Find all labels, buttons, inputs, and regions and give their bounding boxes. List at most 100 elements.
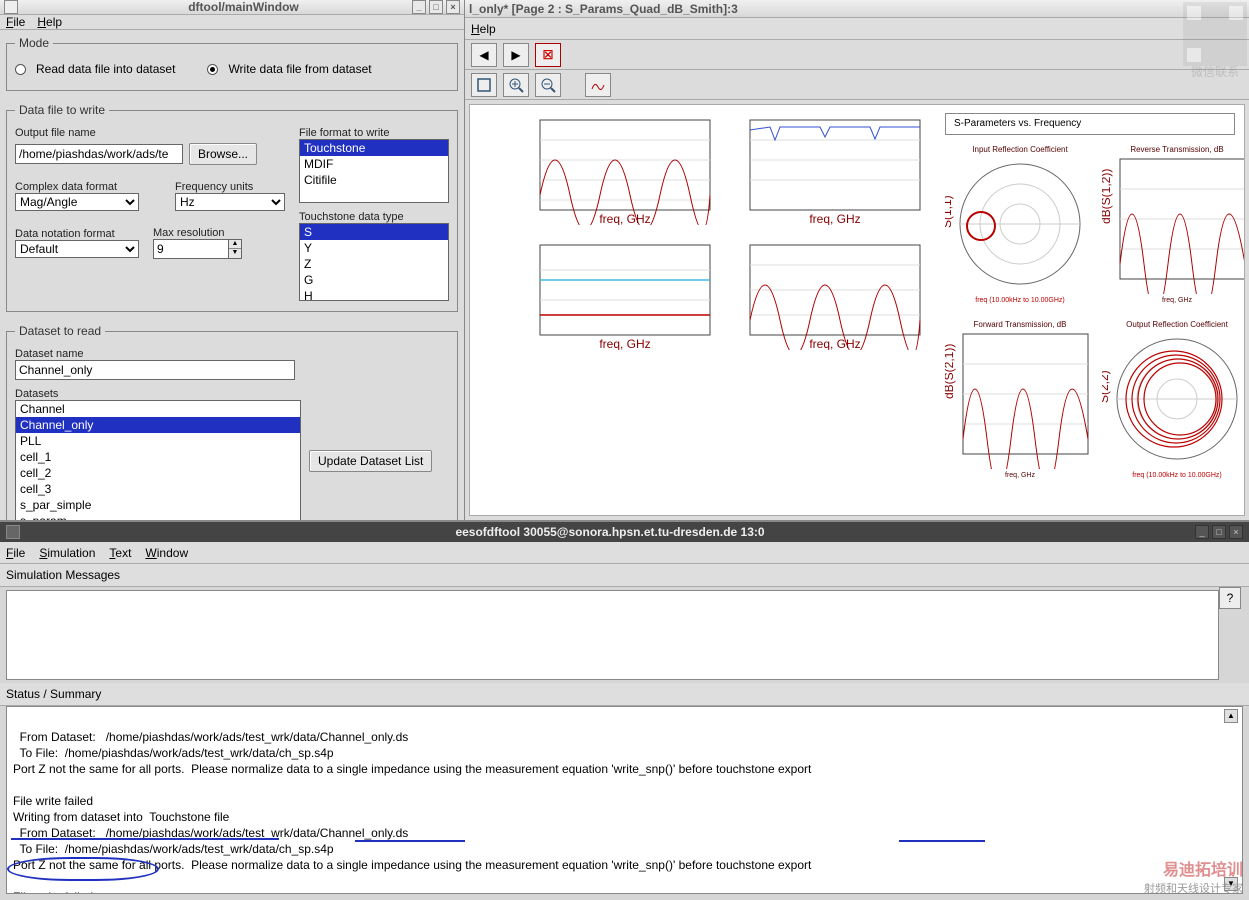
plot-output-refl: Output Reflection Coefficient S(2,2) fre… xyxy=(1102,320,1245,479)
brand-subtitle: 射频和天线设计专家 xyxy=(1144,880,1243,896)
svg-text:freq, GHz: freq, GHz xyxy=(809,212,860,225)
terminal-title: eesofdftool 30055@sonora.hpsn.et.tu-dres… xyxy=(28,525,1192,539)
notation-select[interactable]: Default xyxy=(15,240,139,258)
status-log[interactable]: From Dataset: /home/piashdas/work/ads/te… xyxy=(6,706,1243,894)
list-item[interactable]: H xyxy=(300,288,448,301)
browse-button[interactable]: Browse... xyxy=(189,143,257,165)
plot-small-4: freq, GHz xyxy=(730,240,930,350)
close-button[interactable]: × xyxy=(446,0,460,14)
minimize-button[interactable]: _ xyxy=(412,0,426,14)
plot-titlebar: l_only* [Page 2 : S_Params_Quad_dB_Smith… xyxy=(465,0,1249,18)
output-file-input[interactable] xyxy=(15,144,183,164)
term-menu-file[interactable]: File xyxy=(6,546,25,560)
menu-help[interactable]: Help xyxy=(37,15,62,29)
list-item[interactable]: cell_1 xyxy=(16,449,300,465)
list-item[interactable]: Citifile xyxy=(300,172,448,188)
radio-read-label: Read data file into dataset xyxy=(36,62,175,76)
data-file-to-write: Data file to write Output file name Brow… xyxy=(6,103,458,312)
freq-select[interactable]: Hz xyxy=(175,193,285,211)
list-item[interactable]: PLL xyxy=(16,433,300,449)
plot-menu-help[interactable]: Help xyxy=(471,22,496,36)
maximize-button[interactable]: □ xyxy=(429,0,443,14)
spin-up-icon[interactable]: ▲ xyxy=(229,240,241,249)
term-max-button[interactable]: □ xyxy=(1212,525,1226,539)
freq-label: Frequency units xyxy=(175,181,253,193)
dsr-legend: Dataset to read xyxy=(15,324,105,338)
spin-down-icon[interactable]: ▼ xyxy=(229,249,241,258)
dtw-legend: Data file to write xyxy=(15,103,109,117)
svg-text:S(1,1): S(1,1) xyxy=(945,195,954,228)
status-label: Status / Summary xyxy=(0,683,1249,706)
plot-input-refl: Input Reflection Coefficient S(1,1) freq… xyxy=(945,145,1095,304)
list-item[interactable]: MDIF xyxy=(300,156,448,172)
zoom-in-button[interactable] xyxy=(503,73,529,97)
plot-menubar: Help xyxy=(465,18,1249,40)
qr-watermark: 微信联系 xyxy=(1183,2,1247,78)
list-item[interactable]: G xyxy=(300,272,448,288)
plot-small-2: freq, GHz xyxy=(730,115,930,225)
dftool-menubar: File Help xyxy=(0,15,464,30)
plot-small-3: freq, GHz xyxy=(520,240,720,350)
dataset-to-read: Dataset to read Dataset name Datasets Ch… xyxy=(6,324,458,533)
delete-button[interactable]: ☒ xyxy=(535,43,561,67)
notation-label: Data notation format xyxy=(15,228,115,240)
scroll-up-icon[interactable]: ▲ xyxy=(1224,709,1238,723)
update-dataset-button[interactable]: Update Dataset List xyxy=(309,450,432,472)
zoom-out-button[interactable] xyxy=(535,73,561,97)
sim-messages-area[interactable] xyxy=(6,590,1219,680)
terminal-sysmenu-icon[interactable] xyxy=(6,525,20,539)
list-item[interactable]: cell_3 xyxy=(16,481,300,497)
term-menu-window[interactable]: Window xyxy=(145,546,188,560)
terminal-titlebar: eesofdftool 30055@sonora.hpsn.et.tu-dres… xyxy=(0,522,1249,542)
maxres-input[interactable] xyxy=(153,239,229,259)
sparam-title-box: S-Parameters vs. Frequency xyxy=(945,113,1235,135)
maxres-spinner[interactable]: ▲▼ xyxy=(153,239,242,259)
list-item[interactable]: cell_2 xyxy=(16,465,300,481)
maxres-label: Max resolution xyxy=(153,227,225,239)
complex-select[interactable]: Mag/Angle xyxy=(15,193,139,211)
zoom-fit-button[interactable] xyxy=(471,73,497,97)
list-item[interactable]: S xyxy=(300,224,448,240)
brand-watermark: 易迪拓培训 xyxy=(1163,856,1243,880)
radio-read[interactable] xyxy=(15,64,26,75)
plot-fwd-trans: Forward Transmission, dB dB(S(2,1)) freq… xyxy=(945,320,1095,479)
sim-messages-label: Simulation Messages xyxy=(0,564,1249,587)
terminal-menubar: File Simulation Text Window xyxy=(0,542,1249,564)
dftool-title: dftool/mainWindow xyxy=(78,0,409,14)
svg-text:freq, GHz: freq, GHz xyxy=(599,212,650,225)
list-item[interactable]: s_par_simple xyxy=(16,497,300,513)
fileformat-list[interactable]: Touchstone MDIF Citifile xyxy=(299,139,449,203)
term-menu-text[interactable]: Text xyxy=(109,546,131,560)
list-item[interactable]: Y xyxy=(300,240,448,256)
svg-text:S(2,2): S(2,2) xyxy=(1102,370,1111,403)
plot-small-1: freq, GHz xyxy=(520,115,720,225)
datasets-list[interactable]: Channel Channel_only PLL cell_1 cell_2 c… xyxy=(15,400,301,522)
term-min-button[interactable]: _ xyxy=(1195,525,1209,539)
radio-write[interactable] xyxy=(207,64,218,75)
term-close-button[interactable]: × xyxy=(1229,525,1243,539)
svg-text:freq, GHz: freq, GHz xyxy=(809,337,860,350)
sysmenu-icon[interactable] xyxy=(4,0,18,14)
datasets-label: Datasets xyxy=(15,388,58,400)
list-item[interactable]: Channel_only xyxy=(16,417,300,433)
tdt-list[interactable]: S Y Z G H xyxy=(299,223,449,301)
autoscale-button[interactable] xyxy=(585,73,611,97)
prev-page-button[interactable]: ◀ xyxy=(471,43,497,67)
list-item[interactable]: Z xyxy=(300,256,448,272)
menu-file[interactable]: File xyxy=(6,15,25,29)
help-button[interactable]: ? xyxy=(1219,587,1241,609)
output-label: Output file name xyxy=(15,127,96,139)
svg-text:dB(S(2,1)): dB(S(2,1)) xyxy=(945,344,956,399)
term-menu-simulation[interactable]: Simulation xyxy=(39,546,95,560)
plot-title: l_only* [Page 2 : S_Params_Quad_dB_Smith… xyxy=(469,2,1245,16)
list-item[interactable]: Touchstone xyxy=(300,140,448,156)
plot-toolbar-1: ◀ ▶ ☒ xyxy=(465,40,1249,70)
tdt-label: Touchstone data type xyxy=(299,211,449,223)
list-item[interactable]: Channel xyxy=(16,401,300,417)
next-page-button[interactable]: ▶ xyxy=(503,43,529,67)
fileformat-label: File format to write xyxy=(299,127,389,139)
complex-label: Complex data format xyxy=(15,181,117,193)
dataset-name-input[interactable] xyxy=(15,360,295,380)
plot-canvas[interactable]: freq, GHz freq, GHz freq, GHz freq, GHz xyxy=(469,104,1245,516)
mode-legend: Mode xyxy=(15,36,53,50)
